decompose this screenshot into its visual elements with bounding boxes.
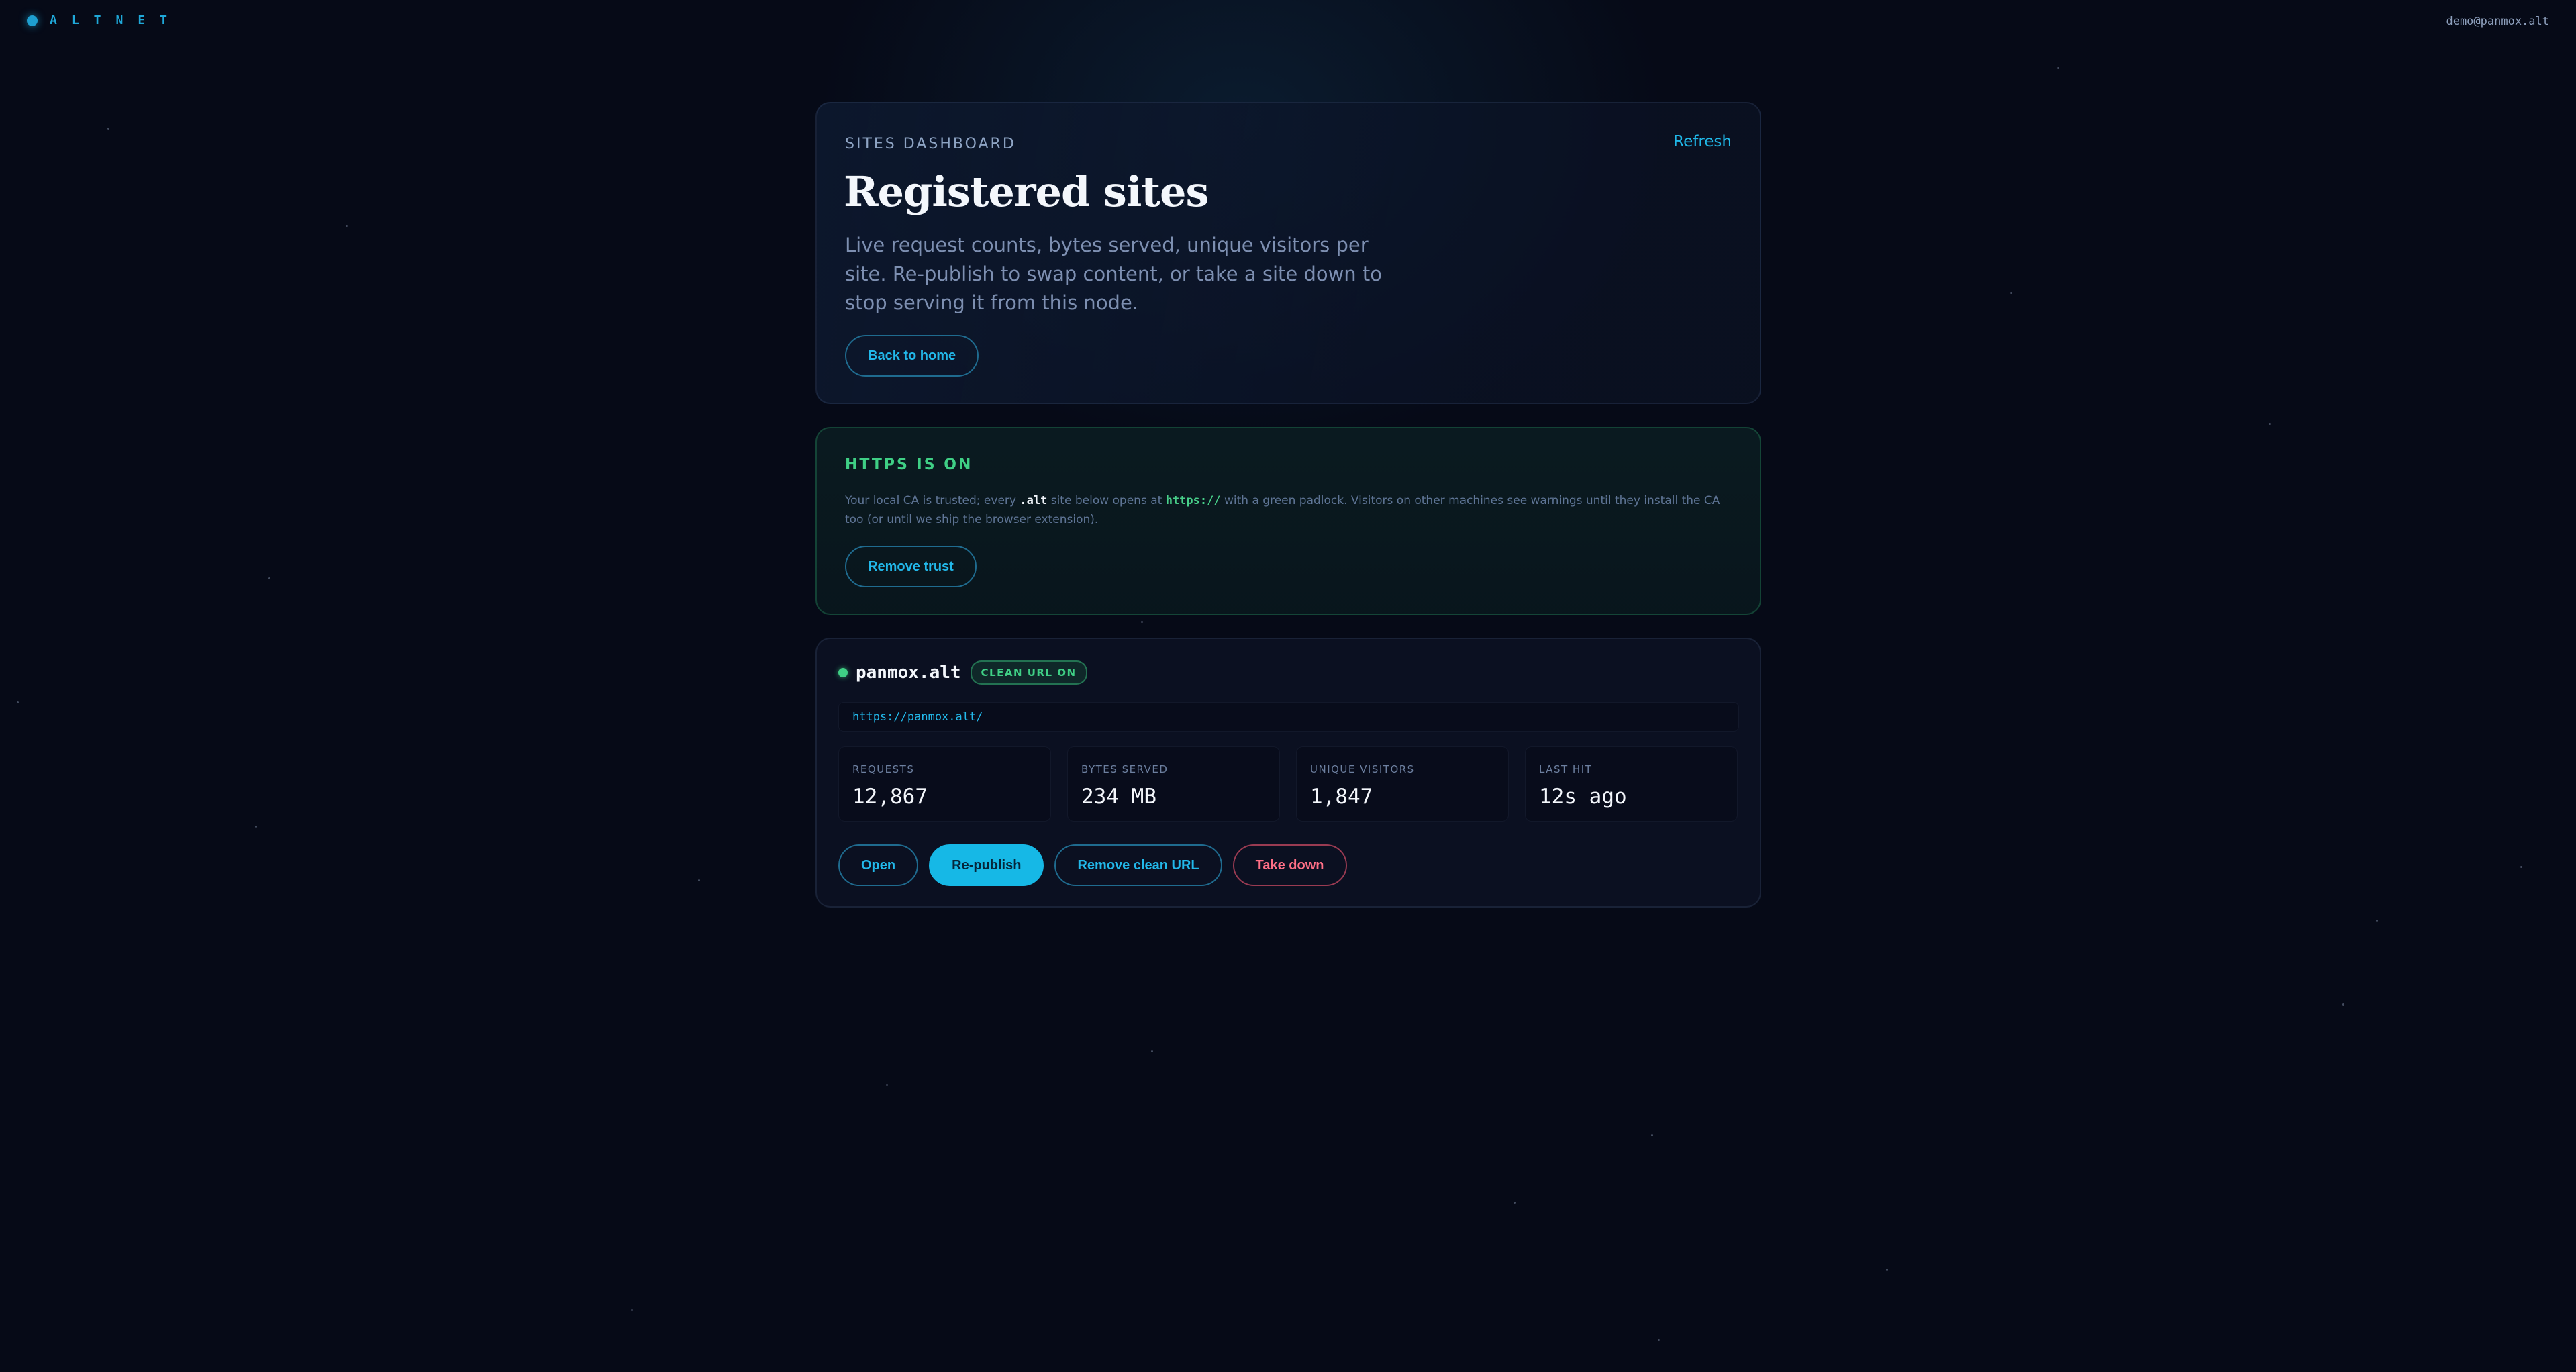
stat-label: UNIQUE VISITORS	[1310, 763, 1415, 775]
refresh-link[interactable]: Refresh	[1673, 133, 1732, 150]
republish-button[interactable]: Re-publish	[929, 844, 1044, 886]
clean-url-badge: CLEAN URL ON	[970, 660, 1087, 685]
stat-value: 12,867	[852, 785, 928, 809]
top-bar: ALTNET demo@panmox.alt	[0, 0, 2576, 46]
stat-bytes-served: BYTES SERVED 234 MB	[1067, 746, 1280, 822]
stat-label: LAST HIT	[1539, 763, 1593, 775]
site-actions: Open Re-publish Remove clean URL Take do…	[838, 844, 1347, 886]
dashboard-header-card: SITES DASHBOARD Refresh Registered sites…	[815, 102, 1761, 404]
stat-value: 234 MB	[1081, 785, 1156, 809]
stat-requests: REQUESTS 12,867	[838, 746, 1051, 822]
site-url[interactable]: https://panmox.alt/	[838, 702, 1739, 732]
https-scheme-code: https://	[1165, 494, 1221, 507]
https-status-title: HTTPS IS ON	[845, 456, 973, 473]
remove-clean-url-button[interactable]: Remove clean URL	[1054, 844, 1222, 886]
https-status-description: Your local CA is trusted; every .alt sit…	[845, 491, 1738, 529]
online-status-icon	[838, 668, 848, 677]
site-name: panmox.alt	[856, 663, 961, 683]
stat-label: BYTES SERVED	[1081, 763, 1169, 775]
stat-label: REQUESTS	[852, 763, 915, 775]
brand-dot-icon	[27, 15, 38, 26]
brand-name: ALTNET	[50, 13, 183, 28]
page-description: Live request counts, bytes served, uniqu…	[845, 234, 1383, 314]
take-down-button[interactable]: Take down	[1232, 844, 1347, 886]
stat-last-hit: LAST HIT 12s ago	[1525, 746, 1738, 822]
brand-logo[interactable]: ALTNET	[27, 13, 182, 28]
open-site-button[interactable]: Open	[838, 844, 919, 886]
remove-trust-button[interactable]: Remove trust	[845, 546, 977, 587]
alt-tld-code: .alt	[1020, 494, 1048, 507]
stat-value: 12s ago	[1539, 785, 1627, 809]
section-eyebrow: SITES DASHBOARD	[845, 136, 1016, 152]
site-stats: REQUESTS 12,867 BYTES SERVED 234 MB UNIQ…	[838, 746, 1738, 822]
back-to-home-button[interactable]: Back to home	[845, 335, 979, 377]
site-header: panmox.alt CLEAN URL ON	[838, 660, 1087, 685]
user-email[interactable]: demo@panmox.alt	[2446, 15, 2549, 28]
https-text-1: Your local CA is trusted; every	[845, 494, 1020, 507]
page-title: Registered sites	[844, 167, 1209, 216]
page: ALTNET demo@panmox.alt SITES DASHBOARD R…	[0, 0, 2576, 1372]
stat-unique-visitors: UNIQUE VISITORS 1,847	[1296, 746, 1509, 822]
stat-value: 1,847	[1310, 785, 1373, 809]
https-text-2: site below opens at	[1047, 494, 1166, 507]
site-card: panmox.alt CLEAN URL ON https://panmox.a…	[815, 638, 1761, 908]
https-status-card: HTTPS IS ON Your local CA is trusted; ev…	[815, 427, 1761, 615]
